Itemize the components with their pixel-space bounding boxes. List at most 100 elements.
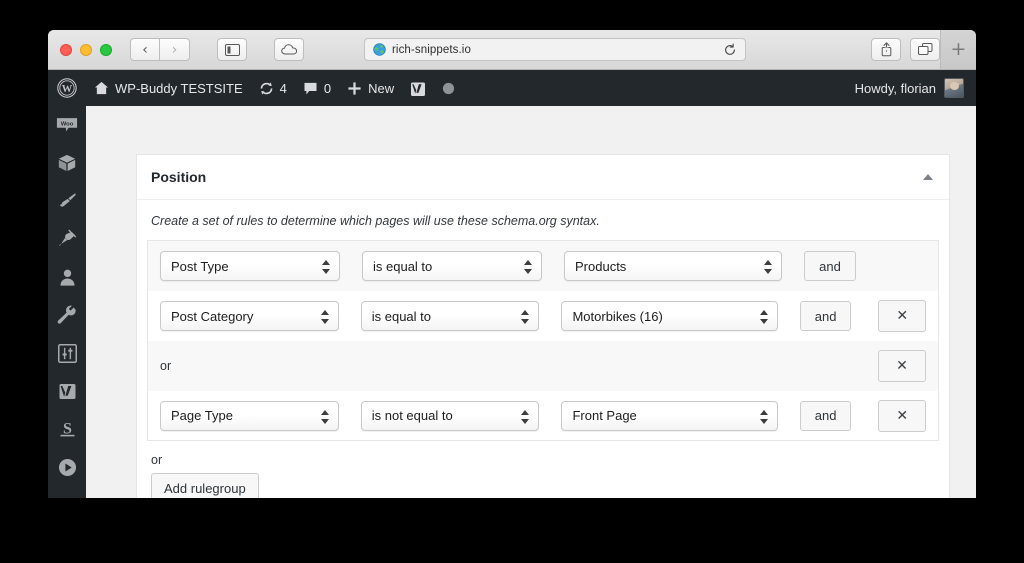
sidebar-item-users[interactable] xyxy=(48,258,86,296)
sidebar-item-products[interactable] xyxy=(48,144,86,182)
products-box-icon xyxy=(58,154,76,171)
select-arrows-icon xyxy=(322,259,331,275)
woocommerce-icon: Woo xyxy=(56,118,78,132)
rule-operator-select[interactable]: is equal to xyxy=(360,301,540,331)
wp-admin-sidebar: Woo S xyxy=(48,106,86,498)
select-arrows-icon xyxy=(764,259,773,275)
s-letter-icon: S xyxy=(60,421,74,438)
rule-operator-value: is equal to xyxy=(373,258,433,274)
updates-count: 4 xyxy=(279,80,287,96)
add-rule-and-button[interactable]: and xyxy=(799,301,852,331)
sidebar-item-tools[interactable] xyxy=(48,296,86,334)
icloud-tabs-button[interactable] xyxy=(274,38,304,61)
select-arrows-icon xyxy=(524,259,533,275)
rulegroup-footer: or Add rulegroup xyxy=(137,441,949,498)
add-rulegroup-button[interactable]: Add rulegroup xyxy=(151,473,259,498)
position-postbox: Position Create a set of rules to determ… xyxy=(136,154,950,498)
share-button[interactable] xyxy=(871,38,901,61)
wp-admin-bar: W WP-Buddy TESTSITE 4 0 New Howdy, flori… xyxy=(48,70,976,106)
rule-value-text: Products xyxy=(575,258,627,274)
postbox-description: Create a set of rules to determine which… xyxy=(151,214,600,228)
svg-text:Woo: Woo xyxy=(61,121,74,127)
close-window-button[interactable] xyxy=(60,43,72,56)
sidebar-item-yoast-seo[interactable] xyxy=(48,372,86,410)
window-controls xyxy=(60,43,112,56)
comments-icon xyxy=(304,82,317,94)
rule-operator-select[interactable]: is not equal to xyxy=(360,400,540,431)
sidebar-item-s-plugin[interactable]: S xyxy=(48,410,86,448)
howdy-label: Howdy, florian xyxy=(854,80,936,96)
comments-count: 0 xyxy=(323,80,332,96)
rule-field-select[interactable]: Page Type xyxy=(160,400,339,431)
rule-value-select[interactable]: Front Page xyxy=(561,400,778,431)
forward-button[interactable]: › xyxy=(160,38,190,61)
new-label: New xyxy=(368,80,395,96)
account-menu[interactable]: Howdy, florian xyxy=(855,78,976,98)
sidebar-item-woocommerce[interactable]: Woo xyxy=(48,106,86,144)
table-row: Page Type is not equal to Front Page and xyxy=(148,391,938,441)
toolbar-right-buttons xyxy=(871,38,940,61)
table-row: Post Category is equal to Motorbikes (16… xyxy=(148,291,938,341)
select-arrows-icon xyxy=(521,309,530,325)
sidebar-toggle-group xyxy=(217,38,247,61)
remove-rulegroup-button[interactable]: ✕ xyxy=(878,350,926,382)
add-rule-and-button[interactable]: and xyxy=(804,251,856,281)
postbox-header[interactable]: Position xyxy=(137,155,949,200)
rule-operator-select[interactable]: is equal to xyxy=(362,251,542,281)
comments-menu[interactable]: 0 xyxy=(295,70,339,106)
select-arrows-icon xyxy=(521,409,530,425)
address-bar[interactable]: rich-snippets.io xyxy=(364,38,746,61)
browser-titlebar: ‹ › rich-snippets.io + xyxy=(48,30,976,70)
or-label: or xyxy=(160,359,172,373)
wp-logo-button[interactable]: W xyxy=(48,70,86,106)
yoast-menu[interactable] xyxy=(402,70,434,106)
tabs-icon xyxy=(917,43,932,55)
select-arrows-icon xyxy=(320,409,330,425)
sidebar-item-appearance[interactable] xyxy=(48,182,86,220)
rule-value-text: Motorbikes (16) xyxy=(572,308,663,324)
avatar xyxy=(944,78,964,98)
browser-window: ‹ › rich-snippets.io + W WP-Buddy TESTSI… xyxy=(48,30,976,498)
globe-favicon-icon xyxy=(373,43,386,56)
site-name-label: WP-Buddy TESTSITE xyxy=(115,80,243,96)
rule-value-select[interactable]: Products xyxy=(564,251,782,281)
rule-field-value: Page Type xyxy=(171,408,233,423)
sidebar-toggle-button[interactable] xyxy=(217,38,247,61)
nav-buttons: ‹ › xyxy=(130,38,190,61)
new-tab-button[interactable]: + xyxy=(940,30,976,69)
show-tabs-button[interactable] xyxy=(910,38,940,61)
cloud-icon xyxy=(280,44,297,55)
zoom-window-button[interactable] xyxy=(100,43,112,56)
circle-icon xyxy=(443,82,455,94)
updates-menu[interactable]: 4 xyxy=(251,70,295,106)
select-arrows-icon xyxy=(759,409,769,425)
remove-rule-button[interactable]: ✕ xyxy=(878,300,926,332)
reload-icon[interactable] xyxy=(723,43,737,57)
rule-field-value: Post Category xyxy=(171,308,254,324)
plus-icon xyxy=(348,81,361,95)
page-title: Position xyxy=(151,169,207,185)
settings-sliders-icon xyxy=(57,343,77,363)
appearance-brush-icon xyxy=(59,193,76,207)
new-content-menu[interactable]: New xyxy=(339,70,402,106)
rule-field-select[interactable]: Post Type xyxy=(160,251,340,281)
rule-operator-value: is equal to xyxy=(371,308,431,324)
share-icon xyxy=(881,42,891,57)
status-dot-menu[interactable] xyxy=(434,70,463,106)
sidebar-item-plugins[interactable] xyxy=(48,220,86,258)
select-arrows-icon xyxy=(320,309,330,325)
screenshot-root: ‹ › rich-snippets.io + W WP-Buddy TESTSI… xyxy=(0,0,1024,563)
rule-value-select[interactable]: Motorbikes (16) xyxy=(561,301,778,331)
minimize-window-button[interactable] xyxy=(80,43,92,56)
chevron-left-icon: ‹ xyxy=(142,41,148,58)
rule-field-select[interactable]: Post Category xyxy=(160,301,339,331)
add-rule-and-button[interactable]: and xyxy=(799,400,852,431)
plugins-plug-icon xyxy=(59,229,77,246)
remove-rule-button[interactable]: ✕ xyxy=(878,399,926,432)
collapse-triangle-icon[interactable] xyxy=(923,174,933,180)
sidebar-item-media-player[interactable] xyxy=(48,448,86,486)
site-name-menu[interactable]: WP-Buddy TESTSITE xyxy=(86,70,251,106)
back-button[interactable]: ‹ xyxy=(130,38,160,61)
sidebar-item-settings[interactable] xyxy=(48,334,86,372)
rulegroup: Post Type is equal to Products and Post … xyxy=(147,240,939,441)
